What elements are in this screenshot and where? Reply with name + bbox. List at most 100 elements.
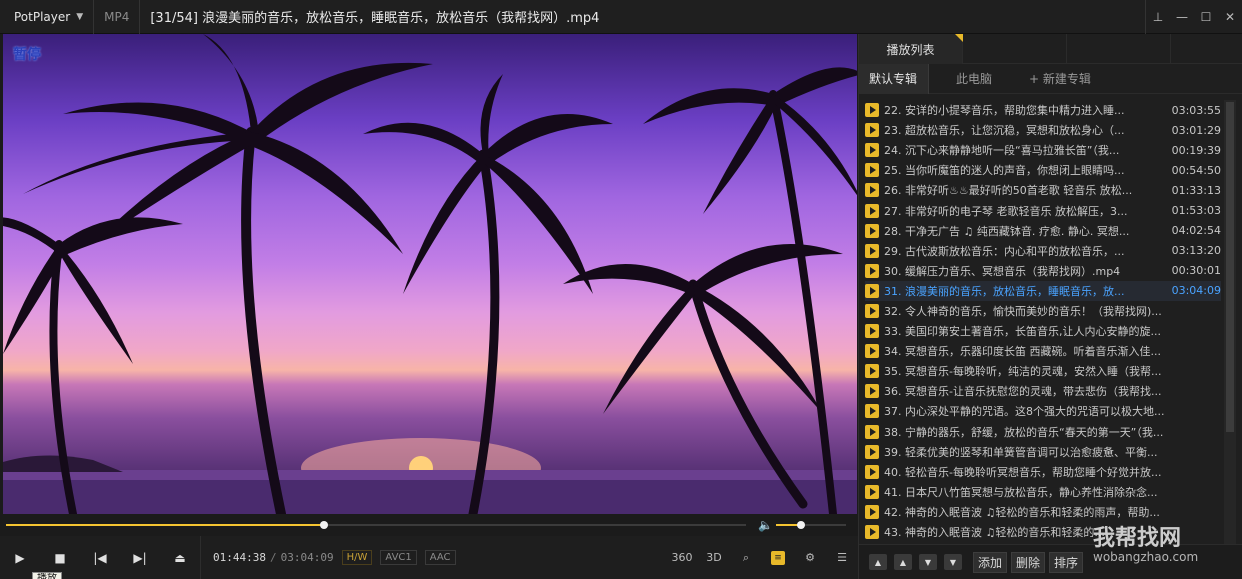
- play-file-icon: [865, 223, 879, 238]
- hw-badge[interactable]: H/W: [341, 550, 373, 565]
- playlist-item[interactable]: 34. 冥想音乐，乐器印度长笛 西藏碗。听着音乐渐入佳...: [865, 341, 1221, 361]
- previous-button[interactable]: |◀: [80, 536, 120, 579]
- video-codec-badge[interactable]: AVC1: [380, 550, 417, 565]
- playlist-item[interactable]: 40. 轻松音乐-每晚聆听冥想音乐，帮助您睡个好觉并放...: [865, 462, 1221, 482]
- subtitle-icon[interactable]: ≡: [771, 550, 785, 565]
- minimize-button[interactable]: —: [1170, 10, 1194, 24]
- playlist-item[interactable]: 41. 日本尺八竹笛冥想与放松音乐，静心养性消除杂念...: [865, 482, 1221, 502]
- playlist-item[interactable]: 37. 内心深处平静的咒语。这8个强大的咒语可以极大地...: [865, 401, 1221, 421]
- playlist-item-current[interactable]: 31. 浪漫美丽的音乐，放松音乐，睡眠音乐，放... 03:04:09: [865, 280, 1221, 301]
- playlist-item[interactable]: 30. 缓解压力音乐、冥想音乐（我帮找网）.mp4 00:30:01: [865, 261, 1221, 281]
- playlist-item-title: 33. 美国印第安土著音乐，长笛音乐,让人内心安静的旋...: [884, 325, 1161, 339]
- app-menu-button[interactable]: PotPlayer ▼: [0, 0, 95, 34]
- maximize-button[interactable]: ☐: [1194, 10, 1218, 24]
- right-controls: 360 3D ⌕ ≡ ⚙ ☰: [666, 536, 858, 579]
- play-file-icon: [865, 123, 879, 138]
- divider: [200, 536, 201, 579]
- menu-icon[interactable]: ☰: [826, 551, 858, 564]
- playlist-item-duration: 04:02:54: [1171, 224, 1221, 238]
- tab-empty: [1067, 34, 1171, 64]
- play-file-icon: [865, 344, 879, 359]
- eject-button[interactable]: ⏏: [160, 536, 200, 579]
- playlist-item-title: 36. 冥想音乐-让音乐抚慰您的灵魂，带去悲伤（我帮找...: [884, 385, 1162, 399]
- playlist-item[interactable]: 33. 美国印第安土著音乐，长笛音乐,让人内心安静的旋...: [865, 321, 1221, 341]
- window-controls: ⊥ — ☐ ✕: [1145, 0, 1242, 34]
- playlist-item[interactable]: 22. 安详的小提琴音乐，帮助您集中精力进入睡... 03:03:55: [865, 100, 1221, 120]
- audio-codec-badge[interactable]: AAC: [424, 550, 456, 565]
- play-file-icon: [865, 444, 879, 459]
- vr-360-icon[interactable]: 360: [666, 551, 698, 564]
- sort-button[interactable]: 排序: [1049, 551, 1084, 573]
- playlist-item-title: 42. 神奇的入眠音波 ♫轻松的音乐和轻柔的雨声，帮助...: [884, 505, 1160, 519]
- album-this-pc[interactable]: 此电脑: [929, 64, 1019, 94]
- play-file-icon: [865, 404, 879, 419]
- playlist-item-title: 35. 冥想音乐-每晚聆听，纯洁的灵魂，安然入睡（我帮...: [884, 365, 1162, 379]
- playlist-item[interactable]: 39. 轻柔优美的竖琴和单簧管音调可以治愈疲惫、平衡...: [865, 442, 1221, 462]
- play-file-icon: [865, 525, 879, 540]
- playlist-item-title: 37. 内心深处平静的咒语。这8个强大的咒语可以极大地...: [884, 405, 1165, 419]
- seek-handle[interactable]: [320, 521, 329, 529]
- play-file-icon: [865, 384, 879, 399]
- playlist-item-duration: 01:53:03: [1171, 204, 1221, 218]
- move-bottom-icon[interactable]: ▼: [944, 554, 962, 570]
- pin-icon[interactable]: ⊥: [1146, 10, 1170, 24]
- move-down-icon[interactable]: ▼: [919, 554, 937, 570]
- playlist-item[interactable]: 32. 令人神奇的音乐，愉快而美妙的音乐！（我帮找网)...: [865, 301, 1221, 321]
- move-up-icon[interactable]: ▲: [894, 554, 912, 570]
- playlist-item[interactable]: 24. 沉下心来静静地听一段“喜马拉雅长笛”（我... 00:19:39: [865, 140, 1221, 160]
- playlist-item-title: 27. 非常好听的电子琴 老歌轻音乐 放松解压，3...: [884, 204, 1128, 218]
- playlist-item-title: 22. 安详的小提琴音乐，帮助您集中精力进入睡...: [884, 104, 1125, 118]
- playlist-item-title: 39. 轻柔优美的竖琴和单簧管音调可以治愈疲惫、平衡...: [884, 445, 1158, 459]
- playlist-item[interactable]: 25. 当你听魔笛的迷人的声音，你想闭上眼睛吗... 00:54:50: [865, 160, 1221, 180]
- next-button[interactable]: ▶|: [120, 536, 160, 579]
- play-file-icon: [865, 303, 879, 318]
- search-list-icon[interactable]: ⌕: [730, 551, 762, 565]
- gear-icon[interactable]: ⚙: [794, 551, 826, 564]
- play-file-icon: [865, 203, 879, 218]
- playlist-item[interactable]: 23. 超放松音乐，让您沉稳，冥想和放松身心（... 03:01:29: [865, 120, 1221, 140]
- playlist-item[interactable]: 35. 冥想音乐-每晚聆听，纯洁的灵魂，安然入睡（我帮...: [865, 361, 1221, 381]
- playlist-item[interactable]: 27. 非常好听的电子琴 老歌轻音乐 放松解压，3... 01:53:03: [865, 200, 1221, 220]
- close-button[interactable]: ✕: [1218, 10, 1242, 24]
- watermark: 我帮找网 wobangzhao.com: [1093, 520, 1198, 564]
- video-frame[interactable]: 暂停: [3, 34, 857, 514]
- play-file-icon: [865, 504, 879, 519]
- play-file-icon: [865, 243, 879, 258]
- new-album-button[interactable]: + 新建专辑: [1019, 64, 1101, 94]
- watermark-url: wobangzhao.com: [1093, 550, 1199, 564]
- add-button[interactable]: 添加: [973, 551, 1008, 573]
- play-file-icon: [865, 143, 879, 158]
- playlist-item[interactable]: 38. 宁静的器乐，舒缓，放松的音乐“春天的第一天”（我...: [865, 422, 1221, 442]
- playlist-item-title: 24. 沉下心来静静地听一段“喜马拉雅长笛”（我...: [884, 144, 1120, 158]
- move-top-icon[interactable]: ▲: [869, 554, 887, 570]
- volume-slider[interactable]: [776, 521, 846, 529]
- tab-playlist[interactable]: 播放列表: [859, 34, 963, 64]
- seek-slider[interactable]: [6, 521, 746, 529]
- volume-handle[interactable]: [796, 521, 805, 529]
- album-default[interactable]: 默认专辑: [859, 63, 929, 94]
- control-bar: ▶ ■ |◀ ▶| ⏏ 01:44:38/03:04:09 H/W AVC1 A…: [0, 536, 858, 579]
- play-file-icon: [865, 364, 879, 379]
- 3d-icon[interactable]: 3D: [698, 551, 730, 564]
- playlist-item-duration: 03:03:55: [1171, 103, 1221, 117]
- volume-icon[interactable]: 🔈: [758, 518, 773, 532]
- playlist-item[interactable]: 42. 神奇的入眠音波 ♫轻松的音乐和轻柔的雨声，帮助...: [865, 502, 1221, 522]
- playlist-item[interactable]: 28. 干净无广告 ♫ 纯西藏钵音. 疗愈. 静心. 冥想... 04:02:54: [865, 221, 1221, 241]
- play-file-icon: [865, 263, 879, 278]
- scrollbar-thumb[interactable]: [1226, 102, 1234, 432]
- scrollbar[interactable]: [1224, 100, 1236, 570]
- playlist-item[interactable]: 29. 古代波斯放松音乐：内心和平的放松音乐，... 03:13:20: [865, 241, 1221, 261]
- play-file-icon: [865, 283, 879, 298]
- panel-tabs: 播放列表: [859, 34, 1242, 64]
- delete-button[interactable]: 删除: [1011, 551, 1046, 573]
- playlist-item-title: 32. 令人神奇的音乐，愉快而美妙的音乐！（我帮找网)...: [884, 304, 1162, 318]
- playlist-item-title: 40. 轻松音乐-每晚聆听冥想音乐，帮助您睡个好觉并放...: [884, 465, 1162, 479]
- time-display: 01:44:38/03:04:09: [213, 551, 334, 564]
- playlist-item[interactable]: 26. 非常好听♨♨最好听的50首老歌 轻音乐 放松... 01:33:13: [865, 180, 1221, 200]
- seek-area: 🔈: [0, 514, 858, 536]
- play-file-icon: [865, 484, 879, 499]
- playlist-item-title: 25. 当你听魔笛的迷人的声音，你想闭上眼睛吗...: [884, 164, 1125, 178]
- playlist-item[interactable]: 36. 冥想音乐-让音乐抚慰您的灵魂，带去悲伤（我帮找...: [865, 381, 1221, 401]
- app-name: PotPlayer: [14, 9, 71, 24]
- play-file-icon: [865, 103, 879, 118]
